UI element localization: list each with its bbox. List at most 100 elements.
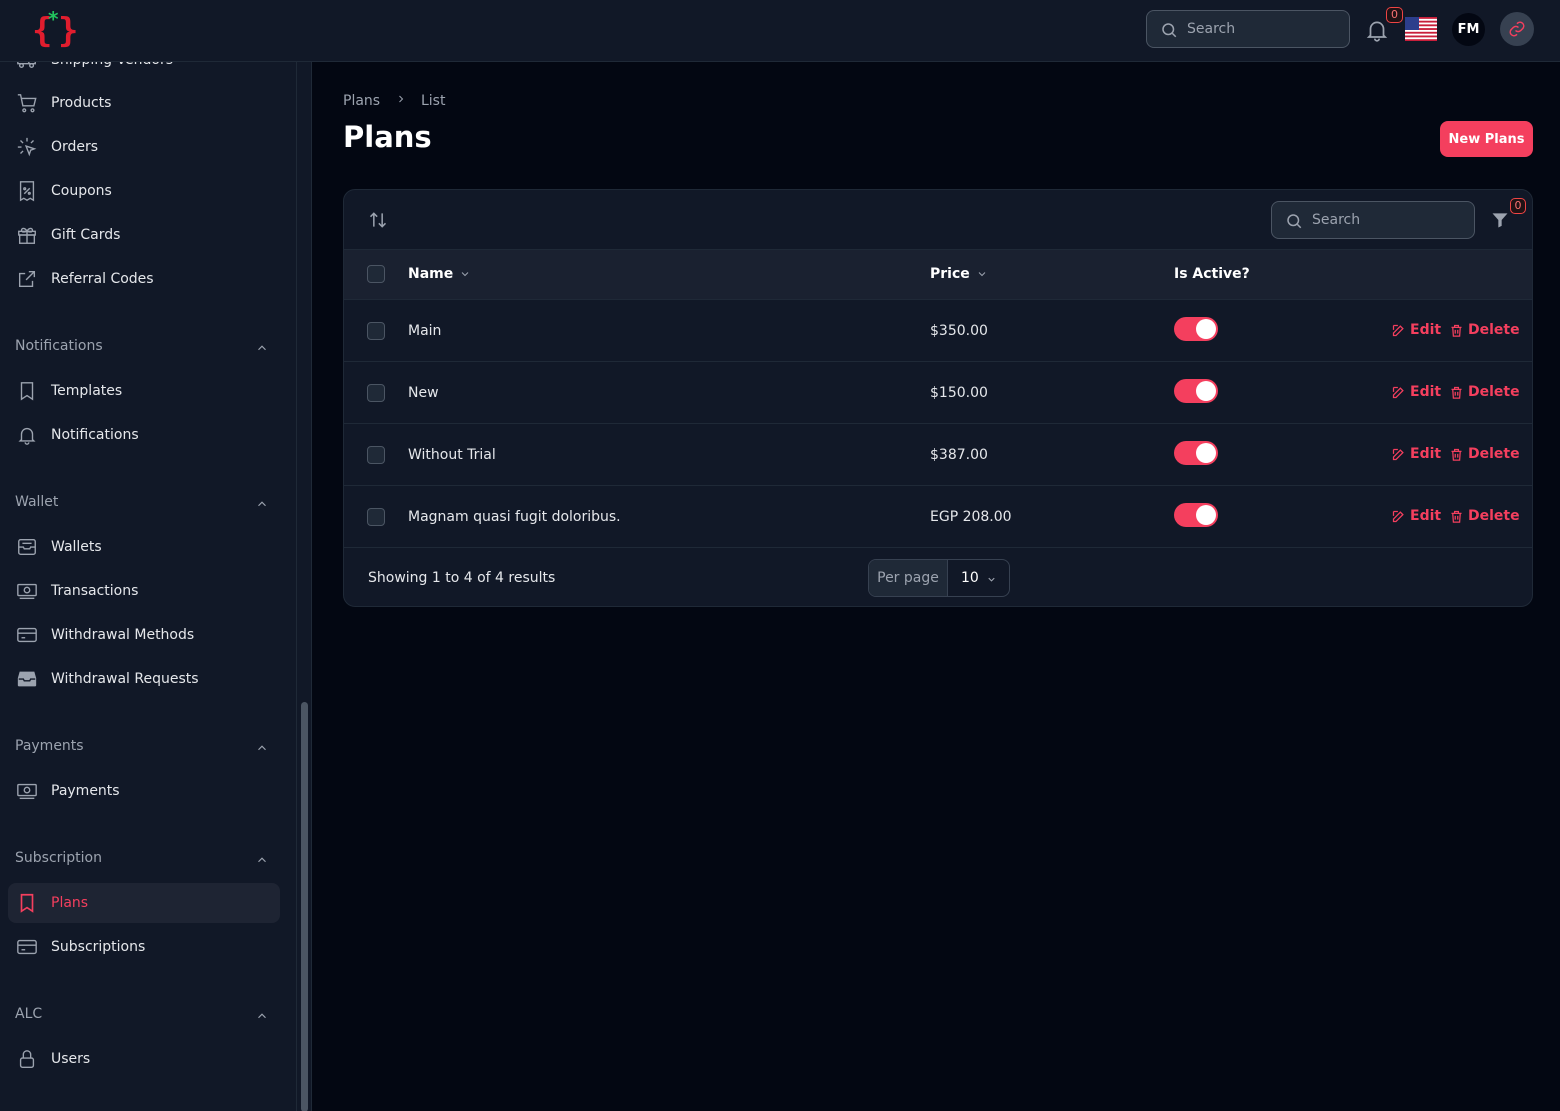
is-active-toggle[interactable] (1174, 441, 1218, 465)
delete-button[interactable]: Delete (1449, 384, 1520, 400)
cell-name: Main (408, 323, 442, 339)
breadcrumb-current: List (420, 93, 446, 109)
truck-icon (17, 62, 36, 69)
chevron-right-icon (395, 93, 407, 109)
svg-text:}: } (58, 11, 78, 50)
delete-button[interactable]: Delete (1449, 322, 1520, 338)
row-checkbox[interactable] (367, 384, 385, 402)
breadcrumb-parent[interactable]: Plans (343, 93, 380, 109)
sidebar-item-referral-codes[interactable]: Referral Codes (8, 259, 280, 299)
group-label-alc: ALC (15, 1006, 43, 1022)
chevron-up-icon[interactable] (255, 341, 269, 355)
delete-label: Delete (1468, 508, 1520, 524)
delete-button[interactable]: Delete (1449, 446, 1520, 462)
cell-price: $150.00 (930, 385, 988, 401)
bell-icon (18, 427, 36, 445)
new-plans-button[interactable]: New Plans (1440, 121, 1533, 157)
credit-card-icon (17, 939, 37, 955)
global-search[interactable] (1146, 10, 1350, 48)
per-page-value: 10 (961, 570, 979, 586)
delete-label: Delete (1468, 384, 1520, 400)
sidebar-item-label: Wallets (51, 539, 102, 555)
trash-icon (1451, 386, 1462, 399)
delete-button[interactable]: Delete (1449, 508, 1520, 524)
chevron-up-icon[interactable] (255, 741, 269, 755)
sidebar-item-label: Coupons (51, 183, 112, 199)
banknotes-icon (17, 783, 37, 800)
us-flag-icon[interactable] (1405, 17, 1437, 41)
sidebar-item-wallets[interactable]: Wallets (8, 527, 280, 567)
row-checkbox[interactable] (367, 322, 385, 340)
per-page-select[interactable]: Per page 10 (868, 559, 1010, 597)
edit-button[interactable]: Edit (1391, 322, 1441, 338)
sidebar-item-transactions[interactable]: Transactions (8, 571, 280, 611)
edit-label: Edit (1410, 508, 1442, 524)
column-header-label: Price (930, 266, 970, 282)
receipt-percent-icon (19, 181, 35, 202)
filter-badge: 0 (1510, 198, 1526, 214)
sidebar-item-coupons[interactable]: Coupons (8, 171, 280, 211)
sidebar-item-shipping-vendors[interactable]: Shipping Vendors (8, 62, 280, 80)
row-checkbox[interactable] (367, 508, 385, 526)
pencil-square-icon (1392, 324, 1404, 336)
column-header-name[interactable]: Name (408, 250, 471, 298)
row-checkbox[interactable] (367, 446, 385, 464)
cursor-click-icon (17, 137, 37, 157)
link-button[interactable] (1500, 12, 1534, 46)
group-label-notifications: Notifications (15, 338, 103, 354)
sidebar-item-withdrawal-methods[interactable]: Withdrawal Methods (8, 615, 280, 655)
sidebar-item-subscriptions[interactable]: Subscriptions (8, 927, 280, 967)
global-search-input[interactable] (1187, 11, 1337, 47)
bookmark-icon (20, 382, 34, 401)
chevron-up-icon[interactable] (255, 853, 269, 867)
sidebar-item-payments[interactable]: Payments (8, 771, 280, 811)
edit-button[interactable]: Edit (1391, 446, 1441, 462)
sidebar-scrollbar[interactable] (296, 62, 312, 1111)
chevron-up-icon[interactable] (255, 1009, 269, 1023)
user-avatar[interactable]: FM (1452, 13, 1485, 46)
pencil-square-icon (1392, 386, 1404, 398)
bookmark-icon (20, 893, 34, 913)
group-label-payments: Payments (15, 738, 84, 754)
breadcrumb: Plans List (343, 93, 445, 109)
sidebar-item-orders[interactable]: Orders (8, 127, 280, 167)
sidebar-item-notifications[interactable]: Notifications (8, 415, 280, 455)
sidebar-item-plans[interactable]: Plans (8, 883, 280, 923)
sidebar-item-label: Transactions (51, 583, 139, 599)
pencil-square-icon (1392, 448, 1404, 460)
sidebar-item-label: Gift Cards (51, 227, 121, 243)
inbox-icon (18, 538, 36, 556)
is-active-toggle[interactable] (1174, 317, 1218, 341)
sidebar-item-products[interactable]: Products (8, 83, 280, 123)
sidebar-item-gift-cards[interactable]: Gift Cards (8, 215, 280, 255)
cell-name: New (408, 385, 439, 401)
select-all-checkbox[interactable] (367, 265, 385, 283)
edit-label: Edit (1410, 322, 1442, 338)
edit-button[interactable]: Edit (1391, 384, 1441, 400)
sidebar-item-label: Withdrawal Methods (51, 627, 195, 643)
sidebar-item-label: Orders (51, 139, 99, 155)
sidebar-item-withdrawal-requests[interactable]: Withdrawal Requests (8, 659, 280, 699)
sort-icon[interactable] (368, 210, 388, 230)
group-label-subscription: Subscription (15, 850, 102, 866)
svg-text:*: * (48, 8, 59, 31)
sidebar-item-users[interactable]: Users (8, 1039, 280, 1079)
table-toolbar: 0 (344, 190, 1532, 250)
column-header-label: Name (408, 266, 454, 282)
sidebar-item-label: Users (51, 1051, 91, 1067)
column-header-price[interactable]: Price (930, 250, 988, 298)
logo[interactable]: { } * (32, 8, 82, 50)
chevron-down-icon (461, 272, 469, 277)
notification-badge: 0 (1386, 7, 1403, 23)
sidebar-scrollbar-thumb[interactable] (301, 702, 308, 1111)
table-search[interactable] (1271, 201, 1475, 239)
is-active-toggle[interactable] (1174, 503, 1218, 527)
search-icon (1287, 214, 1302, 229)
chevron-up-icon[interactable] (255, 497, 269, 511)
sidebar-item-templates[interactable]: Templates (8, 371, 280, 411)
edit-button[interactable]: Edit (1391, 508, 1441, 524)
chevron-down-icon (988, 577, 995, 582)
is-active-toggle[interactable] (1174, 379, 1218, 403)
filter-icon[interactable] (1490, 210, 1510, 230)
table-search-input[interactable] (1312, 202, 1462, 238)
